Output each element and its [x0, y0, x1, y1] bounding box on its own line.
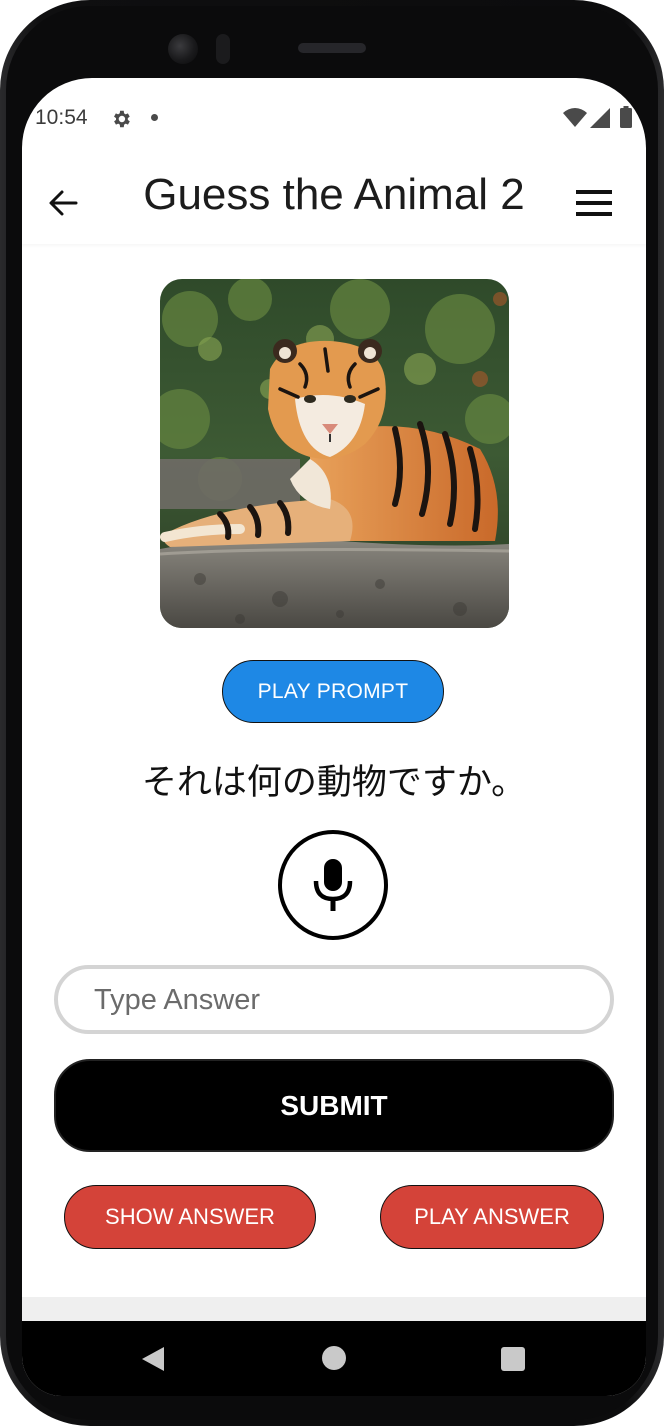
wifi-icon [563, 108, 587, 127]
earpiece-speaker [298, 43, 366, 53]
battery-icon [620, 106, 632, 128]
proximity-sensor [216, 34, 230, 64]
cell-signal-icon [590, 108, 610, 128]
phone-frame: 10:54 Guess the Animal 2 PLAY PROMPT それは… [0, 0, 664, 1426]
answer-input[interactable] [92, 977, 576, 1023]
animal-image [160, 279, 509, 628]
back-button[interactable] [46, 186, 80, 220]
submit-button[interactable]: SUBMIT [54, 1059, 614, 1152]
nav-recents-icon[interactable] [501, 1347, 525, 1371]
nav-home-icon[interactable] [322, 1346, 346, 1370]
app-bar: Guess the Animal 2 [22, 158, 646, 244]
status-time: 10:54 [35, 106, 88, 129]
screen: 10:54 Guess the Animal 2 PLAY PROMPT それは… [22, 78, 646, 1396]
system-nav-bar [22, 1321, 646, 1396]
microphone-icon [313, 859, 353, 911]
status-bar: 10:54 [22, 78, 646, 158]
nav-back-icon[interactable] [140, 1345, 166, 1373]
front-camera [168, 34, 198, 64]
hamburger-menu-icon [576, 190, 612, 194]
question-text: それは何の動物ですか。 [141, 763, 527, 803]
play-answer-button[interactable]: PLAY ANSWER [380, 1185, 604, 1249]
show-answer-button[interactable]: SHOW ANSWER [64, 1185, 316, 1249]
arrow-back-icon [49, 190, 78, 216]
page-title: Guess the Animal 2 [143, 170, 525, 219]
notification-dot-icon [151, 114, 158, 121]
play-prompt-button[interactable]: PLAY PROMPT [222, 660, 444, 723]
menu-button[interactable] [574, 186, 614, 220]
bottom-divider [22, 1297, 646, 1321]
microphone-button[interactable] [278, 830, 388, 940]
hamburger-menu-icon-bar [576, 212, 612, 216]
hamburger-menu-icon-bar [576, 201, 612, 205]
gear-icon [114, 110, 130, 128]
answer-field [54, 965, 614, 1034]
